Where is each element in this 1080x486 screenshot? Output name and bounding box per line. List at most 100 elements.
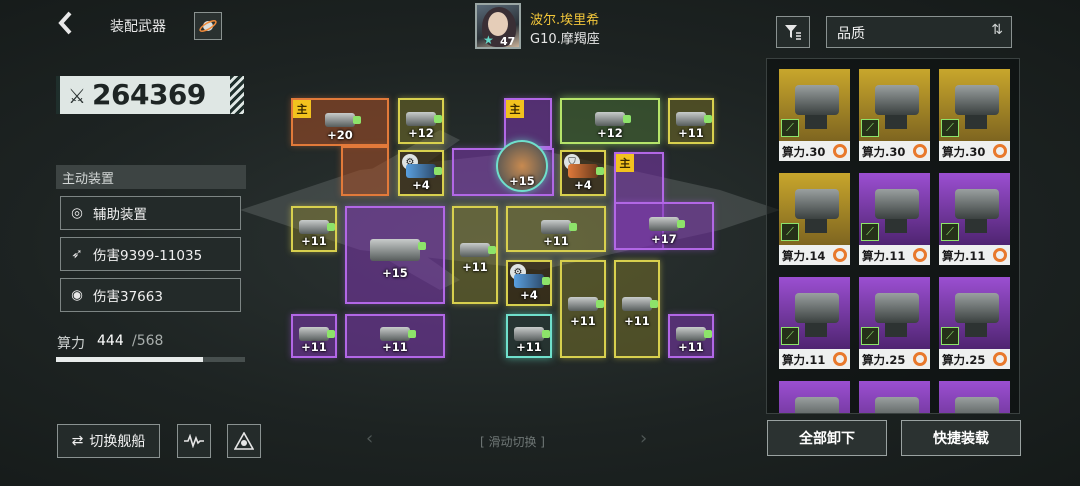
stat-aux-device: ◎ 辅助装置 bbox=[60, 196, 241, 230]
slot-level: +15 bbox=[382, 266, 408, 280]
module-slot[interactable]: ⚙ +4 bbox=[398, 150, 444, 196]
weapon-slot[interactable]: +11 bbox=[506, 206, 606, 252]
weapon-slot[interactable]: +17 bbox=[614, 202, 714, 250]
slot-level: +11 bbox=[516, 340, 542, 354]
category-icon: ⟋ bbox=[941, 223, 959, 241]
inventory-card[interactable]: ⟋ 算力.14 bbox=[779, 173, 850, 265]
module-slot[interactable]: ⛉ +4 bbox=[560, 150, 606, 196]
orange-ring-icon bbox=[833, 144, 847, 158]
waveform-icon bbox=[184, 434, 204, 448]
fleet-formation-button[interactable] bbox=[227, 424, 261, 458]
weapon-slot[interactable]: +12 bbox=[560, 98, 660, 144]
swap-arrows-icon: ⇄ bbox=[71, 433, 84, 449]
weapon-slot[interactable]: 主 +20 bbox=[291, 98, 389, 146]
filter-icon bbox=[785, 25, 801, 40]
inventory-card[interactable]: ⟋ 算力.11 bbox=[939, 173, 1010, 265]
orange-ring-icon bbox=[913, 144, 927, 158]
inventory-card[interactable]: ⟋ 算力.30 bbox=[779, 69, 850, 161]
back-button[interactable] bbox=[56, 10, 82, 38]
slot-level: +11 bbox=[678, 340, 704, 354]
weapon-slot[interactable]: +11 bbox=[291, 206, 337, 252]
inventory-card[interactable]: ⟋ 算力.25 bbox=[859, 277, 930, 369]
category-icon: ⟋ bbox=[781, 119, 799, 137]
weapon-slot[interactable]: +11 bbox=[668, 98, 714, 144]
stat-damage-range: ➶ 伤害9399-11035 bbox=[60, 237, 241, 271]
weapon-slot[interactable]: +11 bbox=[291, 314, 337, 358]
unload-all-button[interactable]: 全部卸下 bbox=[767, 420, 887, 456]
main-weapon-tag: 主 bbox=[506, 100, 524, 118]
module-slot[interactable]: ⚙ +4 bbox=[506, 260, 552, 306]
compute-max: /568 bbox=[132, 333, 164, 349]
inventory-card-partial[interactable] bbox=[939, 381, 1010, 413]
chevron-left-icon bbox=[58, 11, 72, 35]
planet-button[interactable] bbox=[194, 12, 222, 40]
stat-damage: ◉ 伤害37663 bbox=[60, 278, 241, 312]
category-icon: ⟋ bbox=[781, 327, 799, 345]
category-icon: ⟋ bbox=[861, 223, 879, 241]
orange-ring-icon bbox=[993, 144, 1007, 158]
inventory-card[interactable]: ⟋ 算力.25 bbox=[939, 277, 1010, 369]
slot-level: +11 bbox=[678, 126, 704, 140]
weapon-slot[interactable]: +12 bbox=[398, 98, 444, 144]
category-icon: ⟋ bbox=[941, 327, 959, 345]
triangle-formation-icon bbox=[234, 432, 254, 450]
pilot-level: 47 bbox=[500, 35, 516, 48]
slot-level: +11 bbox=[382, 340, 408, 354]
weapon-slot[interactable]: +11 bbox=[452, 206, 498, 304]
crossed-swords-icon: ⚔ bbox=[68, 84, 86, 108]
sort-select[interactable]: 品质 ⇅ bbox=[826, 16, 1012, 48]
slot-level: +11 bbox=[301, 234, 327, 248]
orange-ring-icon bbox=[993, 352, 1007, 366]
power-value: 264369 bbox=[92, 78, 206, 111]
weapon-slot-ext[interactable] bbox=[341, 146, 389, 196]
inventory-card[interactable]: ⟋ 算力.11 bbox=[859, 173, 930, 265]
planet-icon bbox=[199, 20, 217, 32]
slot-level: +4 bbox=[412, 178, 430, 192]
slot-level: +11 bbox=[543, 234, 569, 248]
slot-level: +20 bbox=[327, 128, 353, 142]
inventory-panel: ⟋ 算力.30 ⟋ 算力.30 ⟋ 算力.30 ⟋ 算力.14 ⟋ 算力.11 ⟋ 算力.1… bbox=[766, 58, 1020, 414]
pilot-name: 波尔.埃里希 bbox=[530, 13, 600, 28]
weapon-slot[interactable]: +11 bbox=[560, 260, 606, 358]
inventory-card[interactable]: ⟋ 算力.30 bbox=[939, 69, 1010, 161]
inventory-card-partial[interactable] bbox=[859, 381, 930, 413]
main-weapon-tag: 主 bbox=[293, 100, 311, 118]
orange-ring-icon bbox=[833, 352, 847, 366]
category-icon: ⟋ bbox=[781, 223, 799, 241]
core-slot[interactable]: +15 bbox=[496, 140, 548, 192]
slot-level: +4 bbox=[574, 178, 592, 192]
slot-level: +12 bbox=[408, 126, 434, 140]
waveform-button[interactable] bbox=[177, 424, 211, 458]
orange-ring-icon bbox=[913, 352, 927, 366]
swipe-hint: [ 滑动切换 ] bbox=[480, 435, 545, 449]
stat-label: 辅助装置 bbox=[93, 207, 147, 223]
slot-level: +11 bbox=[301, 340, 327, 354]
weapon-slot[interactable]: +11 bbox=[614, 260, 660, 358]
orange-ring-icon bbox=[993, 248, 1007, 262]
quick-equip-button[interactable]: 快捷装载 bbox=[901, 420, 1021, 456]
active-device-header: 主动装置 bbox=[56, 165, 246, 189]
level-star-icon: ★ bbox=[483, 33, 494, 47]
switch-ship-button[interactable]: ⇄ 切换舰船 bbox=[57, 424, 160, 458]
power-score: ⚔ 264369 bbox=[56, 76, 244, 114]
weapon-slot[interactable]: +11 bbox=[668, 314, 714, 358]
slot-level: +11 bbox=[624, 314, 650, 328]
inventory-card-partial[interactable] bbox=[779, 381, 850, 413]
category-icon: ⟋ bbox=[941, 119, 959, 137]
weapon-slot[interactable]: +15 bbox=[345, 206, 445, 304]
orange-ring-icon bbox=[913, 248, 927, 262]
orange-ring-icon bbox=[833, 248, 847, 262]
inventory-card[interactable]: ⟋ 算力.11 bbox=[779, 277, 850, 369]
chevron-right-icon[interactable]: › bbox=[640, 428, 647, 449]
inventory-card[interactable]: ⟋ 算力.30 bbox=[859, 69, 930, 161]
sort-label: 品质 bbox=[837, 26, 865, 42]
target-ring-icon: ◉ bbox=[71, 287, 83, 303]
weapon-slot[interactable]: +11 bbox=[506, 314, 552, 358]
compute-current: 444 bbox=[97, 333, 124, 349]
pilot-rank: G10.摩羯座 bbox=[530, 32, 600, 47]
weapon-slot[interactable]: +11 bbox=[345, 314, 445, 358]
chevron-left-icon[interactable]: ‹ bbox=[366, 428, 373, 449]
switch-ship-label: 切换舰船 bbox=[89, 434, 146, 450]
slot-level: +15 bbox=[509, 174, 535, 188]
filter-button[interactable] bbox=[776, 16, 810, 48]
